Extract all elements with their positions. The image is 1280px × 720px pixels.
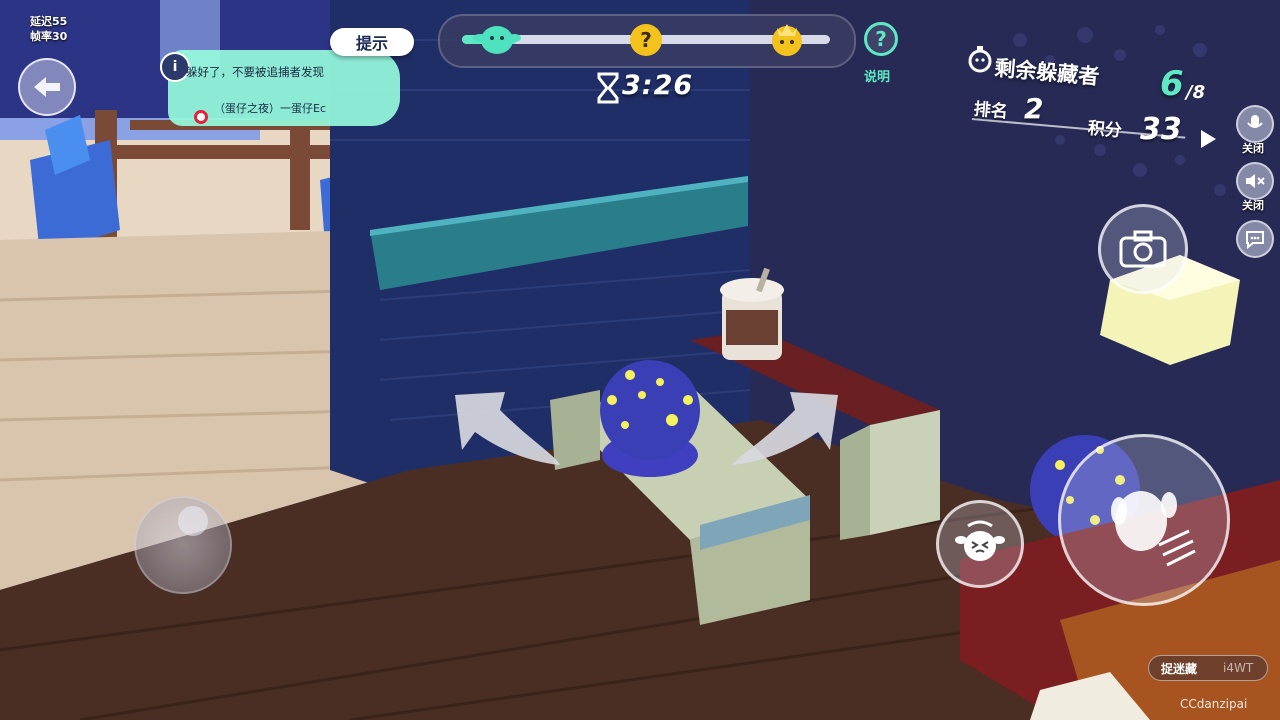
record-dot-icon [194, 110, 208, 124]
question-icon: ? [875, 27, 887, 51]
hint-tag[interactable]: 提示 [330, 28, 414, 56]
hint-event-text: （蛋仔之夜）一蛋仔Ec [214, 102, 326, 115]
camera-rotate-button[interactable] [1098, 204, 1188, 294]
mic-toggle-label: 关闭 [1242, 142, 1264, 155]
microphone-off-icon [1247, 115, 1263, 128]
score-value: 33 [1140, 112, 1182, 147]
hourglass-icon [597, 72, 619, 104]
speaker-mute-icon [1246, 174, 1265, 188]
joystick-knob[interactable] [178, 506, 208, 536]
latency-label: 延迟55 [30, 15, 68, 28]
help-button[interactable]: ? [864, 22, 898, 56]
remaining-hiders-count: 6 [1160, 64, 1184, 104]
rank-label: 排名 [972, 99, 1009, 123]
gold-crown-eggy-icon [772, 24, 802, 56]
remaining-hiders-total: /8 [1186, 82, 1206, 103]
dash-action-button[interactable] [1058, 434, 1230, 606]
fps-label: 帧率30 [30, 30, 68, 43]
countdown-timer: 3:26 [622, 70, 694, 101]
eggy-emote-icon [955, 520, 1005, 561]
score-label: 积分 [1086, 118, 1123, 142]
dash-eggy-icon [1111, 491, 1196, 567]
help-label[interactable]: 说明 [864, 66, 890, 85]
chat-button[interactable] [1236, 220, 1274, 258]
emote-button[interactable] [936, 500, 1024, 588]
question-mark-icon: ? [630, 24, 662, 56]
watermark: CCdanzipai [1180, 697, 1248, 711]
svg-text:?: ? [640, 28, 652, 52]
back-button[interactable] [18, 58, 76, 116]
camera-switch-icon [1119, 230, 1167, 268]
game-mode-tag: 捉迷藏 i4WT [1148, 655, 1268, 681]
stopwatch-icon [968, 46, 992, 73]
hint-message: 躲好了，不要被追捕者发现 [186, 65, 324, 79]
green-eggy-icon [473, 26, 521, 54]
expand-arrow-icon[interactable] [1198, 128, 1218, 150]
game-mode-label: 捉迷藏 [1161, 661, 1198, 676]
speaker-toggle-label: 关闭 [1242, 199, 1264, 212]
rank-value: 2 [1024, 92, 1044, 125]
speaker-toggle-button[interactable] [1236, 162, 1274, 200]
perf-stats: 延迟55 帧率30 [30, 14, 67, 44]
mic-toggle-button[interactable] [1236, 105, 1274, 143]
back-arrow-icon [34, 77, 60, 97]
chat-bubble-icon [1246, 231, 1264, 249]
room-code: i4WT [1223, 661, 1254, 675]
